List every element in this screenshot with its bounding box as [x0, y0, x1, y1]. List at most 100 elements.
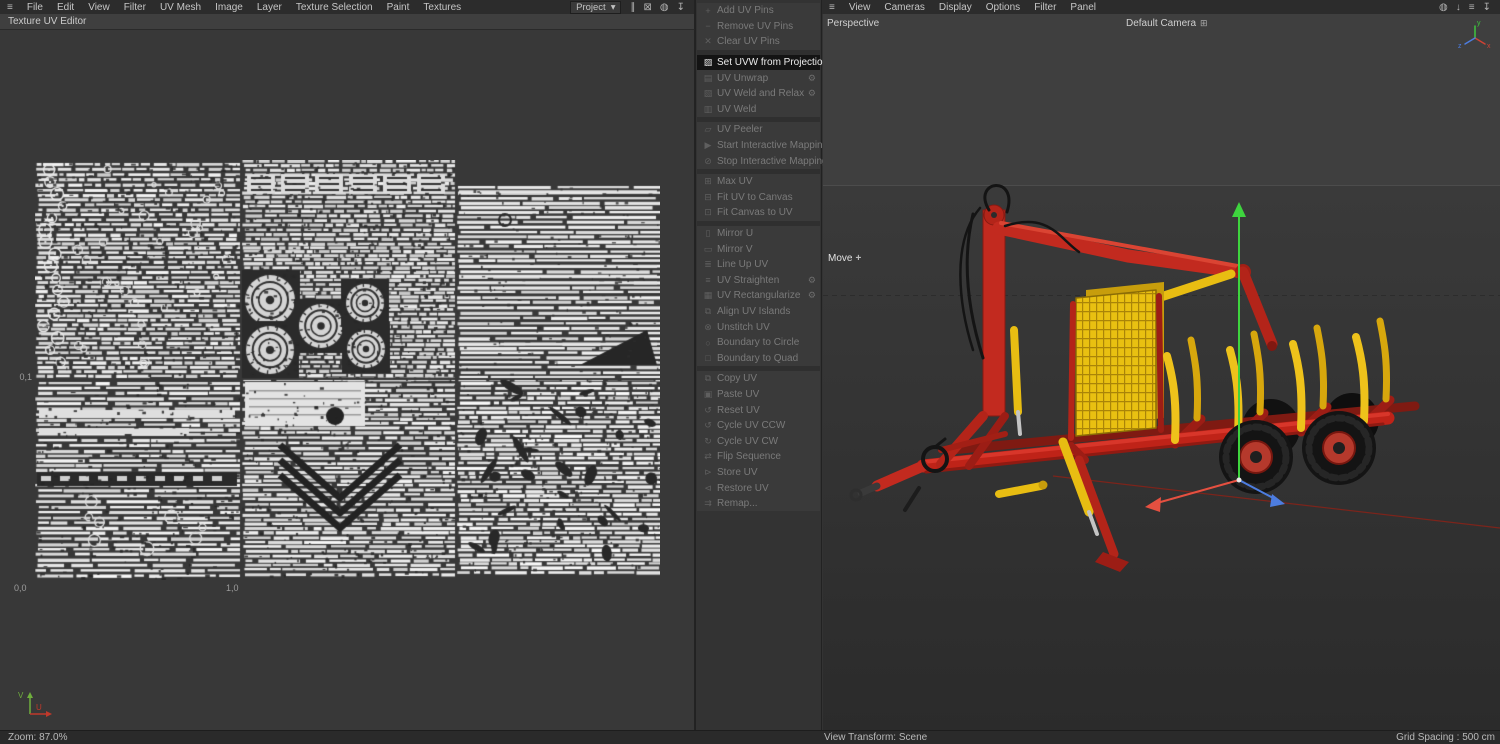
- command-label: Cycle UV CW: [717, 436, 778, 447]
- command-icon: ≡: [701, 275, 715, 285]
- command-item[interactable]: ↻ Cycle UV CW: [697, 433, 820, 449]
- menu-icon[interactable]: ≡: [0, 2, 20, 13]
- command-item[interactable]: ✕ Clear UV Pins: [697, 34, 820, 50]
- command-item[interactable]: ⊞ Max UV: [697, 174, 820, 190]
- command-label: Flip Sequence: [717, 451, 781, 462]
- command-item[interactable]: ▧ UV Weld and Relax ⚙: [697, 86, 820, 102]
- command-icon: ▨: [701, 57, 715, 68]
- command-label: Reset UV: [717, 405, 760, 416]
- command-label: Remap...: [717, 498, 758, 509]
- move-tool-label: Move: [828, 253, 852, 264]
- import-icon[interactable]: ↧: [1483, 2, 1491, 13]
- command-item[interactable]: ⇉ Remap...: [697, 496, 820, 512]
- menu-icon[interactable]: ≡: [1469, 2, 1475, 13]
- right-menubar: ≡ ViewCamerasDisplayOptionsFilterPanel ◍…: [822, 0, 1500, 14]
- uv-map-canvas[interactable]: [35, 160, 660, 580]
- command-label: Copy UV: [717, 373, 757, 384]
- command-item[interactable]: ⇄ Flip Sequence: [697, 449, 820, 465]
- view-label-menu[interactable]: Perspective: [827, 18, 879, 29]
- command-item[interactable]: ▤ UV Unwrap ⚙: [697, 70, 820, 86]
- command-item[interactable]: ↺ Reset UV: [697, 402, 820, 418]
- command-item[interactable]: ▥ UV Weld: [697, 102, 820, 118]
- menu-item[interactable]: View: [842, 2, 878, 13]
- command-icon: ▶: [701, 140, 715, 151]
- lock-icon[interactable]: ⊠: [643, 2, 651, 13]
- command-item[interactable]: ▨ Set UVW from Projection ⚙: [697, 55, 820, 71]
- command-item[interactable]: + Add UV Pins: [697, 3, 820, 19]
- command-item[interactable]: ▶ Start Interactive Mapping: [697, 138, 820, 154]
- command-item[interactable]: ⧉ Align UV Islands: [697, 304, 820, 320]
- command-item[interactable]: ⊘ Stop Interactive Mapping: [697, 153, 820, 169]
- z-axis-label: z: [1458, 43, 1462, 50]
- uv-coord-label: 1,0: [226, 583, 239, 593]
- camera-label-menu[interactable]: Default Camera ⊞: [1126, 18, 1208, 29]
- command-label: Restore UV: [717, 483, 769, 494]
- command-item[interactable]: ⧉ Copy UV: [697, 371, 820, 387]
- menu-item[interactable]: Textures: [416, 2, 468, 13]
- command-item[interactable]: ▦ UV Rectangularize ⚙: [697, 288, 820, 304]
- command-item[interactable]: ▭ Mirror V: [697, 241, 820, 257]
- command-item[interactable]: ≡ UV Straighten ⚙: [697, 273, 820, 289]
- menu-item[interactable]: Texture Selection: [289, 2, 380, 13]
- command-label: Boundary to Quad: [717, 353, 798, 364]
- command-icon: ▤: [701, 73, 715, 84]
- menu-item[interactable]: Edit: [50, 2, 81, 13]
- command-item[interactable]: ⊗ Unstitch UV: [697, 319, 820, 335]
- command-item[interactable]: ▯ Mirror U: [697, 226, 820, 242]
- command-label: Fit Canvas to UV: [717, 207, 793, 218]
- left-toolbar-icons: ∥ ⊠ ◍ ↧: [621, 2, 694, 13]
- command-item[interactable]: ≣ Line Up UV: [697, 257, 820, 273]
- command-item[interactable]: − Remove UV Pins: [697, 19, 820, 35]
- download-icon[interactable]: ↓: [1456, 2, 1461, 13]
- command-item[interactable]: ↺ Cycle UV CCW: [697, 418, 820, 434]
- histogram-icon[interactable]: ∥: [630, 2, 635, 13]
- command-icon: ⇄: [701, 451, 715, 462]
- chevron-down-icon: ▾: [611, 2, 616, 13]
- command-icon: ⊲: [701, 483, 715, 494]
- command-item[interactable]: ⊳ Store UV: [697, 465, 820, 481]
- command-item[interactable]: ⊡ Fit Canvas to UV: [697, 205, 820, 221]
- 3d-viewport-canvas[interactable]: y x z: [823, 14, 1500, 730]
- command-item[interactable]: ▣ Paste UV: [697, 387, 820, 403]
- command-item[interactable]: ⊟ Fit UV to Canvas: [697, 190, 820, 206]
- command-label: Start Interactive Mapping: [717, 140, 828, 151]
- download-icon[interactable]: ↧: [677, 2, 685, 13]
- menu-item[interactable]: Filter: [117, 2, 153, 13]
- command-item[interactable]: □ Boundary to Quad: [697, 350, 820, 366]
- command-label: Align UV Islands: [717, 306, 790, 317]
- render-icon[interactable]: ◍: [1439, 2, 1448, 13]
- gear-icon[interactable]: ⚙: [808, 73, 816, 84]
- menu-icon[interactable]: ≡: [822, 2, 842, 13]
- project-dropdown[interactable]: Project ▾: [570, 1, 621, 14]
- menu-item[interactable]: UV Mesh: [153, 2, 208, 13]
- v-axis-label: V: [18, 691, 24, 700]
- zoom-level-label: Zoom: 87.0%: [8, 732, 67, 743]
- command-icon: ▱: [701, 124, 715, 135]
- menu-item[interactable]: Layer: [250, 2, 289, 13]
- command-item[interactable]: ⊲ Restore UV: [697, 480, 820, 496]
- menu-item[interactable]: Options: [979, 2, 1027, 13]
- menu-item[interactable]: Panel: [1063, 2, 1103, 13]
- menu-item[interactable]: Cameras: [877, 2, 932, 13]
- command-item[interactable]: ○ Boundary to Circle: [697, 335, 820, 351]
- command-label: Max UV: [717, 176, 753, 187]
- uv-editor-canvas-area[interactable]: 0,1 0,0 1,0 V U: [0, 30, 695, 730]
- command-label: UV Rectangularize: [717, 290, 800, 301]
- gear-icon[interactable]: ⚙: [808, 290, 816, 301]
- command-icon: ↺: [701, 420, 715, 431]
- menu-item[interactable]: Display: [932, 2, 979, 13]
- command-label: UV Weld and Relax: [717, 88, 804, 99]
- x-axis-label: x: [1487, 43, 1491, 50]
- menu-item[interactable]: File: [20, 2, 50, 13]
- gear-icon[interactable]: ⚙: [808, 88, 816, 99]
- globe-icon[interactable]: ◍: [660, 2, 669, 13]
- gear-icon[interactable]: ⚙: [808, 275, 816, 286]
- command-label: Mirror U: [717, 228, 753, 239]
- 3d-viewport[interactable]: y x z Perspective Default Camera ⊞ Move …: [823, 14, 1500, 730]
- command-item[interactable]: ▱ UV Peeler: [697, 122, 820, 138]
- menu-item[interactable]: View: [81, 2, 117, 13]
- menu-item[interactable]: Paint: [380, 2, 417, 13]
- active-tool-hint: Move +: [828, 253, 861, 264]
- menu-item[interactable]: Filter: [1027, 2, 1063, 13]
- menu-item[interactable]: Image: [208, 2, 250, 13]
